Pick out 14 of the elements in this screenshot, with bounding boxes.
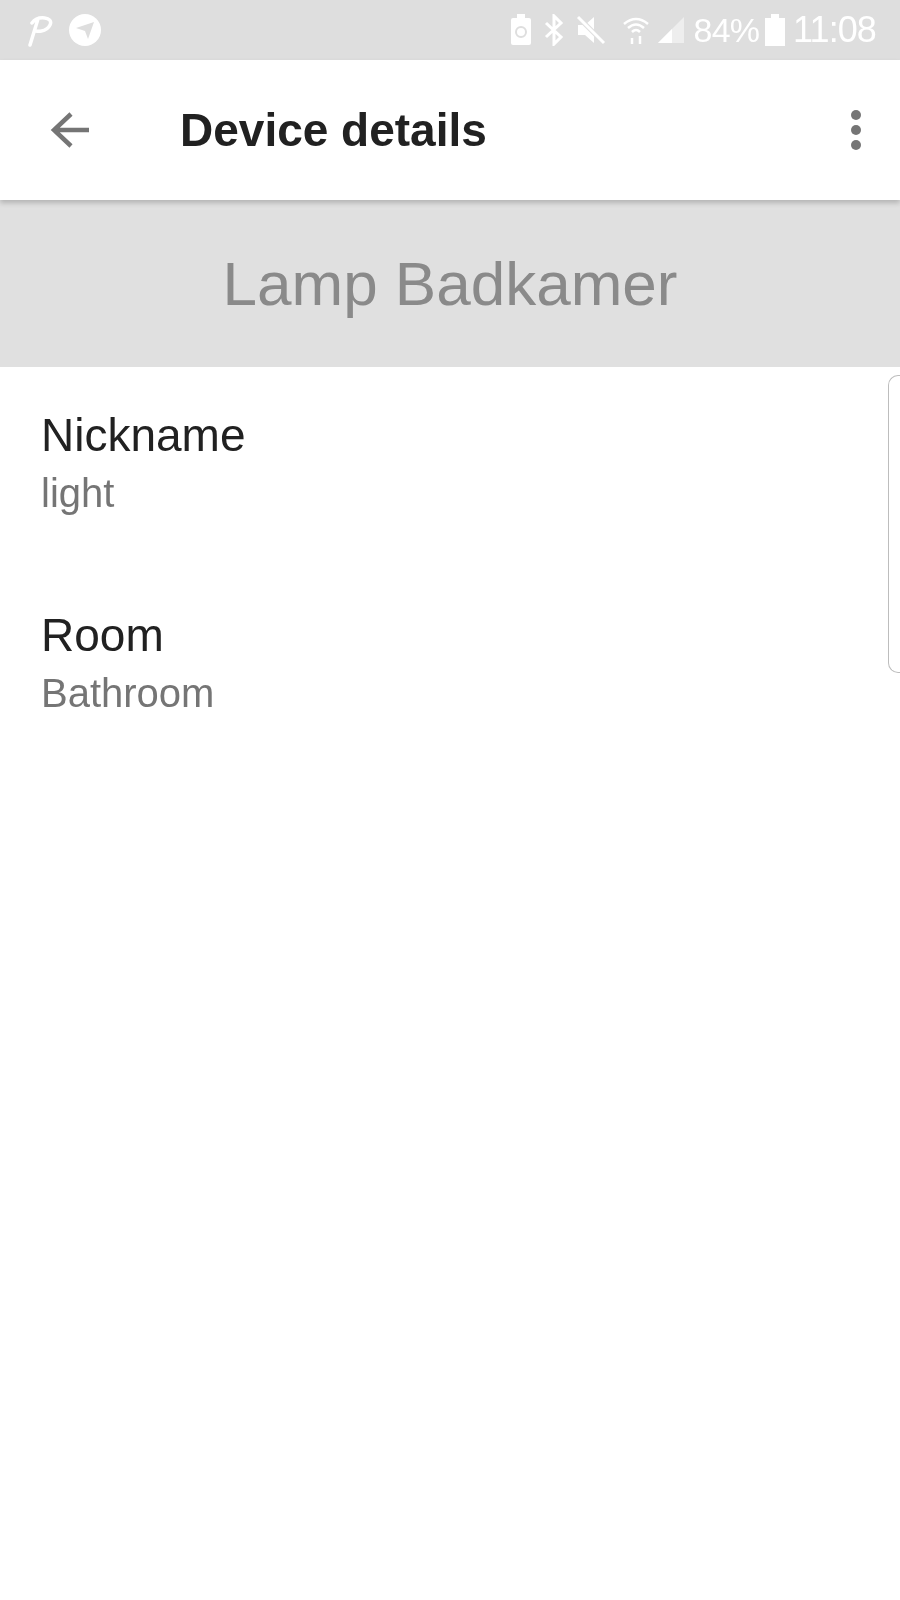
field-value: Bathroom [41, 670, 215, 717]
screen-title: Device details [180, 102, 487, 158]
device-name: Lamp Badkamer [222, 248, 678, 320]
battery-icon [765, 14, 786, 46]
mute-icon [575, 14, 606, 46]
field-label: Nickname [41, 408, 246, 463]
edge-panel-handle[interactable] [888, 375, 900, 673]
field-label: Room [41, 608, 164, 663]
back-arrow-icon [49, 110, 91, 150]
battery-saver-icon [509, 14, 532, 46]
field-value: light [41, 470, 115, 517]
bluetooth-icon [543, 14, 564, 46]
navigation-icon [68, 13, 102, 47]
more-options-icon [850, 109, 862, 151]
